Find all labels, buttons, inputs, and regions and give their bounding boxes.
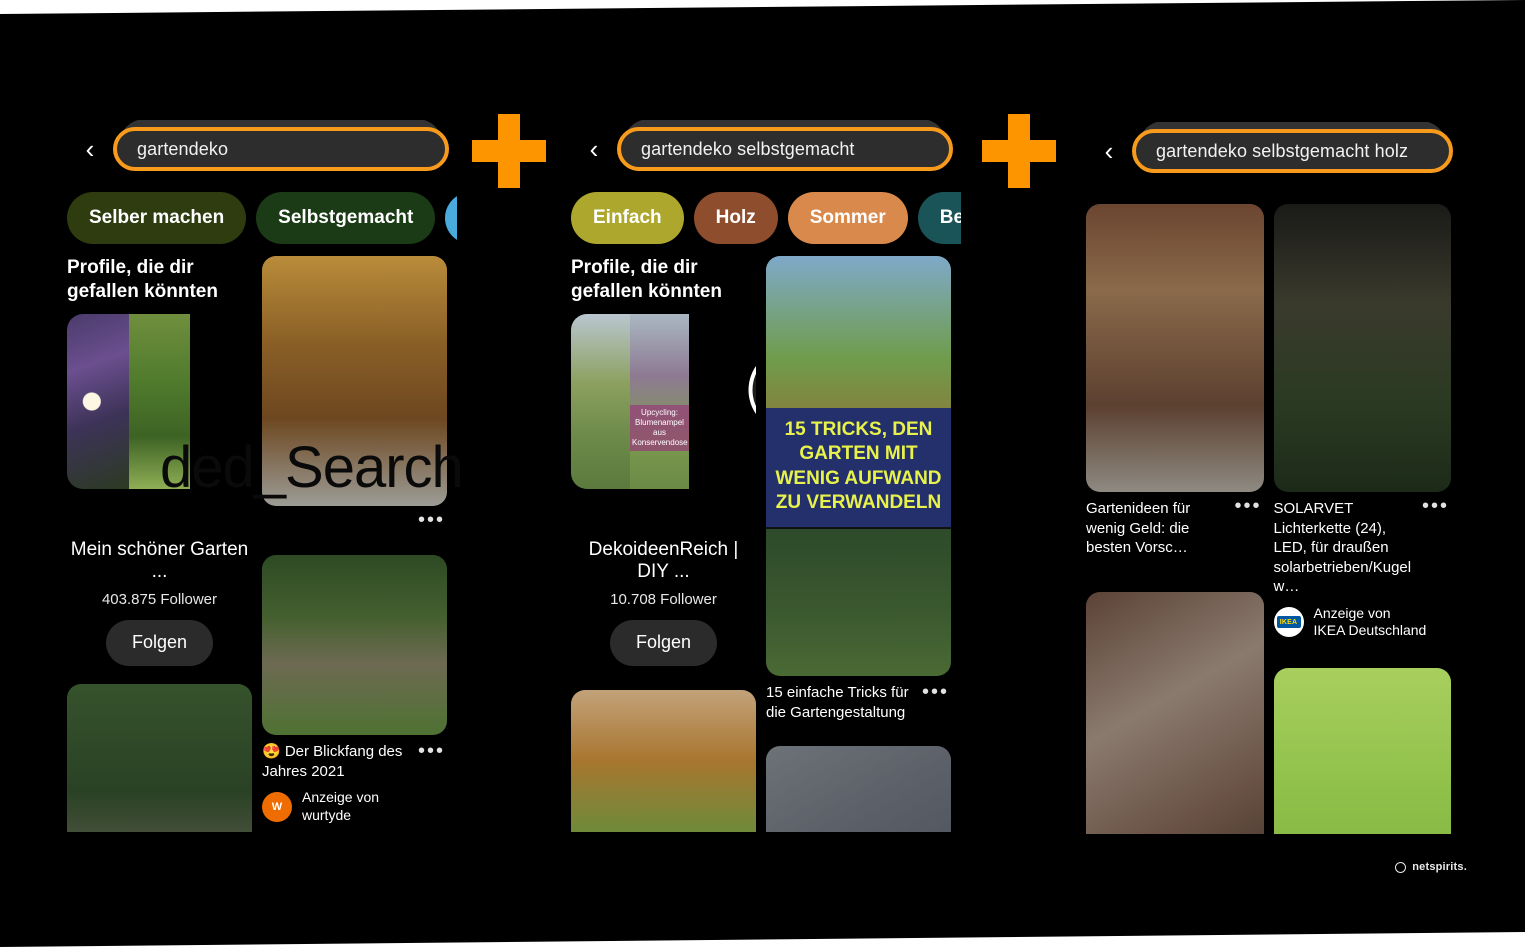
masonry-3: Gartenideen für wenig Geld: die besten V… — [1076, 180, 1461, 834]
netspirits-circle-icon — [1395, 861, 1407, 873]
photo-holzherzen — [1273, 667, 1451, 834]
masonry-column-left-3: Gartenideen für wenig Geld: die besten V… — [1086, 204, 1264, 834]
search-input[interactable]: gartendeko — [113, 127, 449, 171]
pin-image-giesskanne[interactable] — [766, 746, 951, 832]
netspirits-logo: netspirits. — [1395, 861, 1467, 873]
list-item[interactable]: 15 TRICKS, DEN GARTEN MIT WENIG AUFWAND … — [766, 256, 951, 722]
photo-giesskanne — [766, 746, 951, 832]
masonry-2: Profile, die dir gefallen könnten Upcycl… — [561, 244, 961, 832]
chip-einfach[interactable]: Einfach — [571, 192, 684, 244]
profile-image-konservendose — [630, 313, 689, 489]
photo-blumenkuebel — [571, 689, 756, 832]
avatar: ♛ — [748, 351, 756, 428]
list-item[interactable]: Hänge-Töpfe aus Holz ••• — [1086, 591, 1264, 834]
photo-jars — [67, 683, 252, 832]
profile-name: Mein schöner Garten ... — [70, 538, 249, 582]
list-item[interactable]: DIY-Blumenkübel — [571, 689, 756, 832]
pin-image-blickfang[interactable] — [262, 555, 447, 735]
back-chevron-icon[interactable]: ‹ — [77, 129, 103, 169]
list-item[interactable] — [1273, 667, 1451, 834]
masonry-1: Profile, die dir gefallen könnten Garten… — [57, 244, 457, 832]
chip-selber-machen[interactable]: Selber machen — [67, 192, 247, 244]
list-item[interactable]: SOLARVET Lichterkette (24), LED, für dra… — [1273, 204, 1452, 640]
pin-image-haenge-toepfe[interactable] — [1086, 591, 1264, 834]
search-bar-row-2: ‹ gartendeko selbstgemacht — [561, 120, 961, 178]
back-chevron-icon[interactable]: ‹ — [1096, 131, 1122, 171]
advertiser-logo: IKEA — [1273, 607, 1304, 637]
pin-image-holzherzen[interactable] — [1273, 667, 1451, 834]
search-pill-wrap-1: gartendeko — [113, 120, 449, 171]
profile-name: DekoideenReich | DIY ... — [588, 538, 739, 582]
profile-image-lavendel — [67, 313, 129, 489]
netspirits-label: netspirits. — [1412, 861, 1467, 873]
photo-huehner — [262, 555, 447, 735]
phone-screen-2: ‹ gartendeko selbstgemacht Einfach Holz … — [561, 120, 961, 832]
section-title: Profile, die dir gefallen könnten — [67, 257, 218, 302]
advert-line-1: Anzeige von — [1313, 604, 1391, 621]
advertiser-text: Anzeige von wurtyde — [302, 789, 379, 824]
search-bar-row-1: ‹ gartendeko — [57, 120, 457, 178]
list-item[interactable]: Gartenideen für wenig Geld: die besten V… — [1086, 204, 1264, 558]
pin-image-gartenideen[interactable] — [1086, 204, 1264, 492]
follow-button[interactable]: Folgen — [105, 619, 214, 666]
pin-image-solarvet[interactable] — [1273, 204, 1451, 492]
masonry-column-right-1: ••• 😍 Der Blickfang des Jahres 2021 ••• … — [262, 256, 447, 832]
advert-line-1: Anzeige von — [302, 789, 380, 805]
image-overlay-title: 15 TRICKS, DEN GARTEN MIT WENIG AUFWAND … — [766, 408, 951, 528]
follow-button[interactable]: Folgen — [609, 619, 718, 666]
photo-lichterkette — [1273, 204, 1451, 492]
profile-followers: 10.708 Follower — [610, 590, 717, 608]
back-chevron-icon[interactable]: ‹ — [581, 129, 607, 169]
chip-beton[interactable]: Beton — [917, 192, 961, 244]
chip-mit-kinder[interactable]: Mit kinder — [445, 192, 457, 244]
screenshot-root: ‹ gartendeko Selber machen Selbstgemacht… — [0, 0, 1525, 947]
photo-werkzeugwand — [1086, 204, 1264, 492]
chip-selbstgemacht[interactable]: Selbstgemacht — [256, 192, 436, 244]
masonry-column-right-3: SOLARVET Lichterkette (24), LED, für dra… — [1273, 204, 1452, 834]
pin-overflow-menu-icon[interactable]: ••• — [1422, 496, 1449, 516]
photo-birkentoepfe — [1086, 591, 1264, 834]
advert-attribution: IKEA Anzeige von IKEA Deutschland — [1273, 605, 1452, 640]
pin-image-einmachglas[interactable] — [67, 683, 252, 832]
filter-chips-row-1: Selber machen Selbstgemacht Mit kinder — [57, 192, 457, 244]
chip-holz[interactable]: Holz — [693, 192, 778, 244]
filter-chips-row-2: Einfach Holz Sommer Beton Diy — [561, 192, 961, 244]
search-pill-wrap-2: gartendeko selbstgemacht — [617, 120, 953, 171]
profile-card[interactable]: Upcycling: Blumenampel aus Konservendose… — [571, 313, 756, 666]
advertiser-logo: W — [262, 791, 292, 822]
advert-attribution: W Anzeige von wurtyde — [262, 789, 447, 824]
list-item[interactable]: 😍 Der Blickfang des Jahres 2021 ••• W An… — [262, 555, 447, 824]
advert-line-2: wurtyde — [302, 806, 352, 823]
search-input[interactable]: gartendeko selbstgemacht — [617, 127, 953, 171]
pin-image-diy-blumenkuebel[interactable]: DIY-Blumenkübel — [571, 689, 756, 832]
pin-image-15-tricks[interactable]: 15 TRICKS, DEN GARTEN MIT WENIG AUFWAND … — [766, 256, 951, 676]
search-input[interactable]: gartendeko selbstgemacht holz — [1132, 129, 1453, 173]
pin-overflow-menu-icon[interactable]: ••• — [1234, 496, 1261, 516]
profile-image-ampel — [571, 313, 630, 489]
plus-separator-2 — [980, 112, 1058, 190]
image-overlay-caption: Upcycling: Blumenampel aus Konservendose — [630, 404, 689, 451]
pin-overflow-menu-icon-2[interactable]: ••• — [418, 741, 445, 761]
pin-overflow-menu-icon[interactable]: ••• — [922, 682, 949, 702]
ikea-wordmark: IKEA — [1279, 618, 1298, 626]
plus-separator-1 — [470, 112, 548, 190]
masonry-column-left-1: Profile, die dir gefallen könnten Garten… — [67, 256, 252, 832]
ikea-icon: IKEA — [1276, 616, 1301, 628]
section-title: Profile, die dir gefallen könnten — [571, 257, 722, 302]
search-bar-row-3: ‹ gartendeko selbstgemacht holz — [1076, 122, 1461, 180]
pin-overflow-menu-icon[interactable]: ••• — [418, 510, 445, 530]
profile-followers: 403.875 Follower — [101, 590, 218, 608]
list-item[interactable] — [766, 746, 951, 832]
search-pill-wrap-3: gartendeko selbstgemacht holz — [1132, 122, 1453, 173]
watermark-text: ded_Search — [160, 435, 464, 500]
advert-line-2: IKEA Deutschland — [1313, 622, 1427, 638]
photo-hochbeet — [766, 529, 951, 676]
masonry-column-left-2: Profile, die dir gefallen könnten Upcycl… — [571, 256, 756, 832]
chip-sommer[interactable]: Sommer — [787, 192, 908, 244]
list-item[interactable] — [67, 683, 252, 832]
phone-screen-3: ‹ gartendeko selbstgemacht holz Gartenid… — [1076, 122, 1461, 834]
masonry-column-right-2: 15 TRICKS, DEN GARTEN MIT WENIG AUFWAND … — [766, 256, 951, 832]
advertiser-text: Anzeige von IKEA Deutschland — [1314, 605, 1427, 640]
profile-preview-images: Upcycling: Blumenampel aus Konservendose… — [571, 313, 756, 489]
